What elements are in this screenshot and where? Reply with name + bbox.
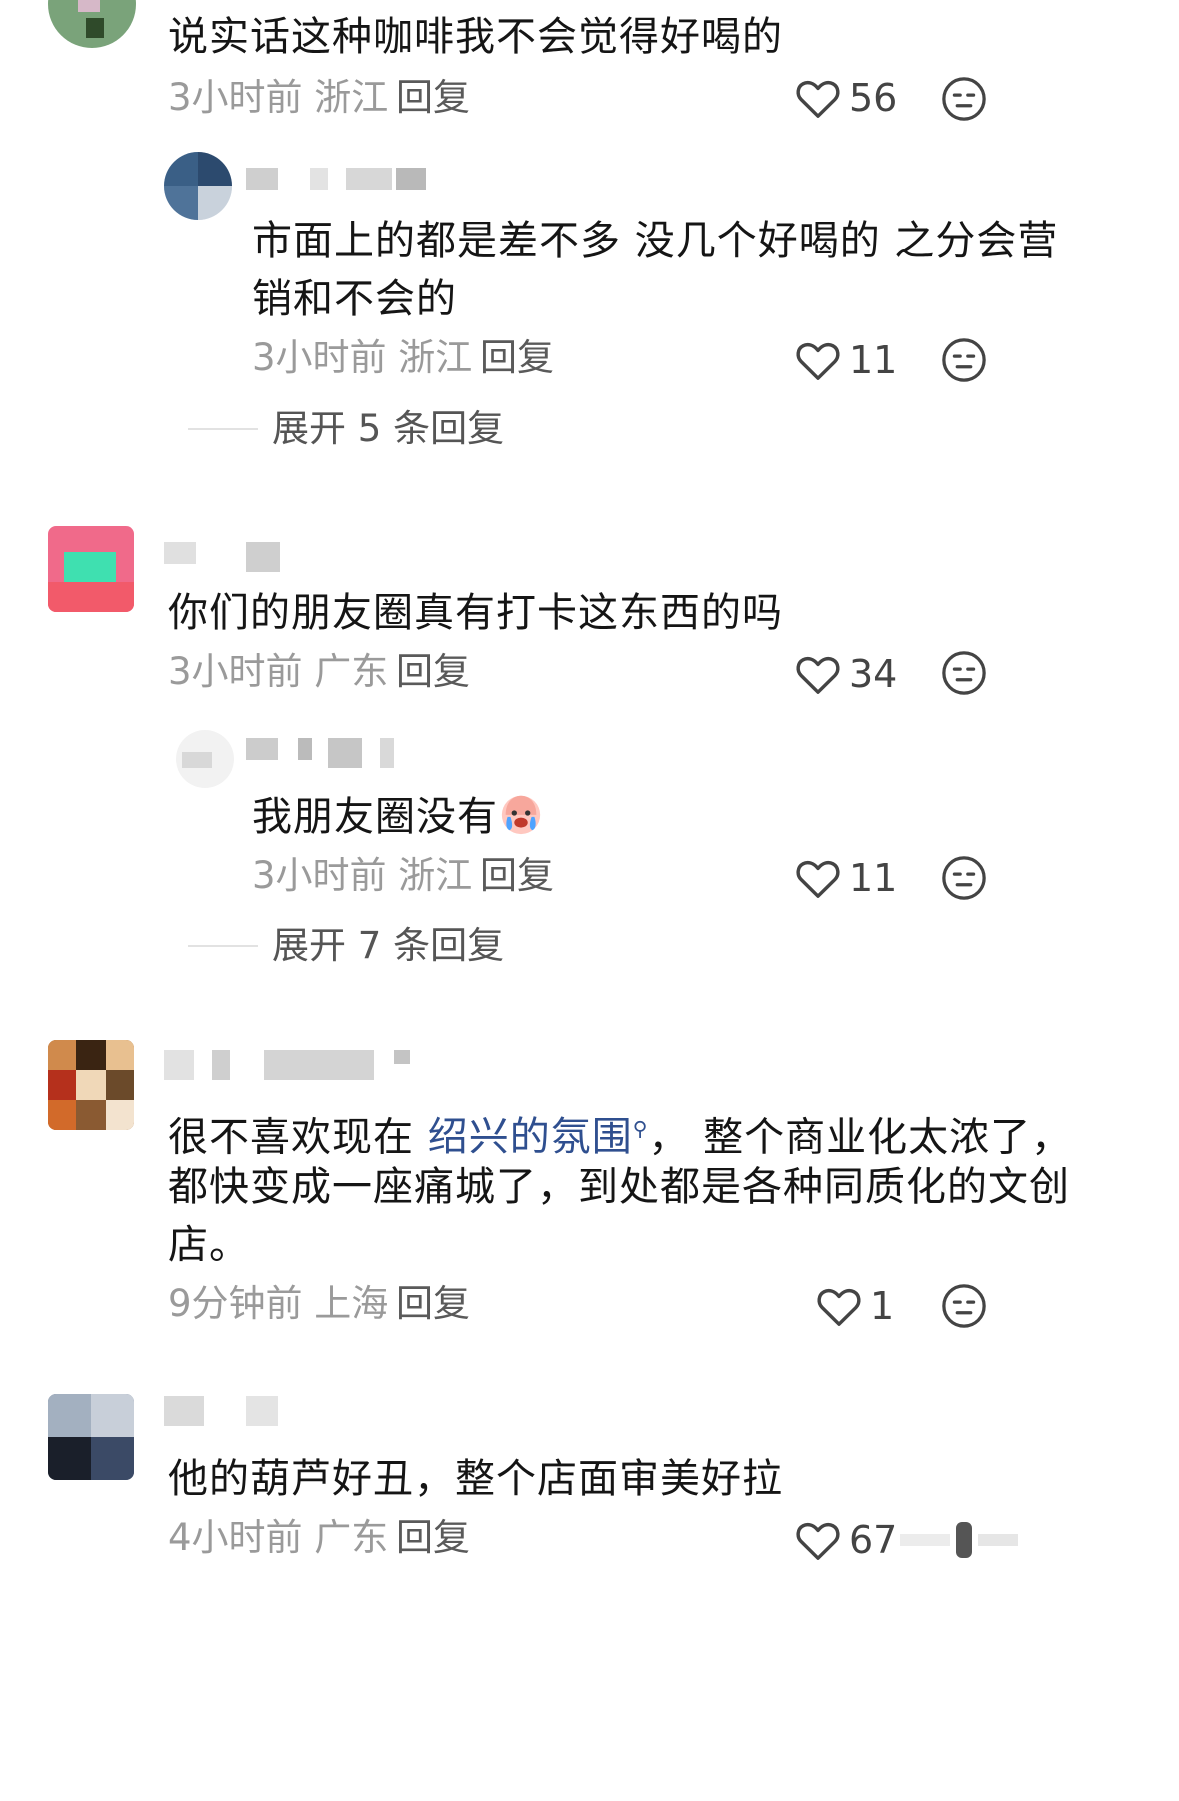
- comment-meta: 4小时前 广东: [168, 1516, 389, 1559]
- reply-button[interactable]: 回复: [480, 334, 554, 382]
- comment-text: 都快变成一座痛城了，到处都是各种同质化的文创: [168, 1164, 1070, 1210]
- reply-meta: 3小时前 浙江: [252, 336, 473, 379]
- like-count: 34: [849, 652, 898, 696]
- reply-button[interactable]: 回复: [396, 1280, 470, 1328]
- avatar[interactable]: [48, 1040, 134, 1130]
- like-button[interactable]: 34: [795, 644, 897, 704]
- comment-meta: 9分钟前 上海: [168, 1282, 389, 1325]
- comment-text: 说实话这种咖啡我不会觉得好喝的: [168, 14, 783, 60]
- sleepy-face-icon[interactable]: [941, 337, 987, 383]
- avatar[interactable]: [48, 526, 134, 612]
- reply-text: 市面上的都是差不多 没几个好喝的 之分会营: [252, 218, 1059, 264]
- reply-button[interactable]: 回复: [396, 1514, 470, 1562]
- avatar[interactable]: [48, 0, 136, 48]
- crying-emoji-icon: [498, 790, 544, 836]
- sleepy-face-icon[interactable]: [941, 855, 987, 901]
- comment-text: 你们的朋友圈真有打卡这东西的吗: [168, 590, 783, 636]
- sleepy-face-icon[interactable]: [941, 650, 987, 696]
- reply-text: 我朋友圈没有: [252, 784, 544, 850]
- like-count: 11: [849, 856, 898, 900]
- reply-text: 销和不会的: [252, 276, 457, 322]
- heart-icon: [817, 1288, 861, 1326]
- expand-divider: [188, 428, 258, 430]
- like-count: 1: [870, 1284, 895, 1328]
- heart-icon: [796, 80, 840, 118]
- username-redacted: [246, 738, 406, 768]
- comment-text: 他的葫芦好丑，整个店面审美好拉: [168, 1456, 783, 1502]
- comment-meta: 3小时前 广东: [168, 650, 389, 693]
- avatar[interactable]: [164, 152, 232, 220]
- expand-divider: [188, 945, 258, 947]
- reply-meta: 3小时前 浙江: [252, 854, 473, 897]
- heart-icon: [796, 860, 840, 898]
- expand-replies-button[interactable]: 展开 5 条回复: [272, 405, 504, 453]
- sleepy-face-icon[interactable]: [941, 76, 987, 122]
- expand-replies-button[interactable]: 展开 7 条回复: [272, 922, 504, 970]
- like-button[interactable]: 56: [795, 68, 897, 128]
- username-redacted: [164, 1396, 294, 1426]
- like-button[interactable]: 11: [795, 330, 897, 390]
- comment-text: 店。: [168, 1222, 250, 1268]
- heart-icon: [796, 1522, 840, 1560]
- like-button[interactable]: 11: [795, 848, 897, 908]
- reply-button[interactable]: 回复: [480, 852, 554, 900]
- avatar[interactable]: [176, 730, 234, 788]
- heart-icon: [796, 342, 840, 380]
- like-count: 56: [849, 76, 898, 120]
- like-button[interactable]: 67: [795, 1510, 897, 1570]
- username-redacted: [164, 1050, 414, 1080]
- like-button[interactable]: 1: [816, 1276, 894, 1336]
- username-redacted: [164, 542, 314, 572]
- comment-meta: 3小时前 浙江: [168, 76, 389, 119]
- like-count: 67: [849, 1518, 898, 1562]
- reply-text-content: 我朋友圈没有: [252, 794, 498, 840]
- reply-button[interactable]: 回复: [396, 74, 470, 122]
- like-count: 11: [849, 338, 898, 382]
- username-redacted: [246, 168, 436, 190]
- avatar[interactable]: [48, 1394, 134, 1480]
- sleepy-face-icon[interactable]: [941, 1283, 987, 1329]
- heart-icon: [796, 656, 840, 694]
- search-icon: ⚲: [632, 1117, 649, 1141]
- reply-button[interactable]: 回复: [396, 648, 470, 696]
- watermark: [900, 1520, 1020, 1560]
